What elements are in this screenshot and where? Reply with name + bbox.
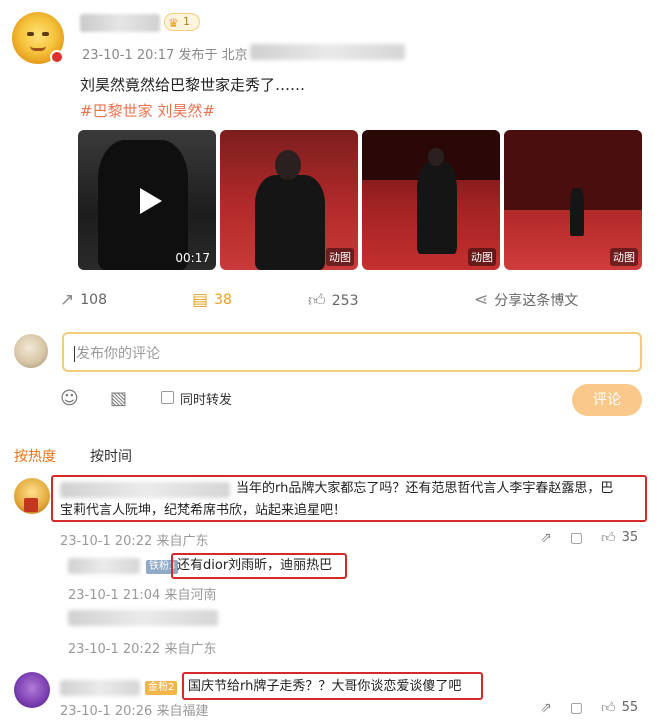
model-figure bbox=[255, 175, 325, 270]
highlight-box bbox=[51, 475, 647, 522]
post-text: 刘昊然竟然给巴黎世家走秀了…… bbox=[80, 76, 306, 94]
avatar-eye bbox=[42, 32, 49, 36]
reply-icon[interactable]: ▢ bbox=[570, 530, 583, 546]
replier-name-blurred[interactable] bbox=[68, 610, 218, 626]
reply-meta: 23-10-1 21:04 来自河南 bbox=[68, 588, 217, 603]
emoji-icon[interactable]: ☺ bbox=[60, 388, 79, 409]
model-head bbox=[428, 148, 444, 166]
model-figure bbox=[417, 162, 457, 254]
model-head bbox=[275, 150, 301, 180]
comment-actions: ⇗ ▢ 👍︎ 55 bbox=[540, 699, 639, 717]
comment-meta: 23-10-1 20:22 来自广东 bbox=[60, 534, 209, 549]
avatar-eye bbox=[27, 32, 34, 36]
comment-count: 38 bbox=[214, 292, 232, 308]
gif-thumbnail[interactable]: 动图 bbox=[220, 130, 358, 270]
image-icon[interactable]: ▧ bbox=[110, 388, 127, 409]
comment-actions: ⇗ ▢ 👍︎ 35 bbox=[540, 529, 639, 547]
repost-action[interactable]: ↗ 108 bbox=[60, 290, 107, 310]
tab-sort-hot[interactable]: 按热度 bbox=[14, 446, 56, 466]
submit-comment-button[interactable]: 评论 bbox=[572, 384, 642, 416]
reply-share-icon[interactable]: ⇗ bbox=[540, 530, 552, 546]
repost-count: 108 bbox=[80, 292, 107, 308]
text-caret bbox=[74, 346, 75, 362]
commenter-name-blurred[interactable] bbox=[60, 680, 140, 696]
like-count: 253 bbox=[331, 292, 359, 309]
share-icon: ⋖ bbox=[474, 290, 489, 310]
video-duration: 00:17 bbox=[175, 251, 210, 265]
comment-action[interactable]: ▤ 38 bbox=[192, 290, 232, 310]
play-icon[interactable] bbox=[134, 186, 162, 214]
gif-thumbnail[interactable]: 动图 bbox=[504, 130, 642, 270]
comment-like-count: 35 bbox=[621, 530, 639, 545]
commenter-avatar[interactable] bbox=[14, 672, 50, 708]
gif-badge: 动图 bbox=[468, 248, 496, 266]
comment-input[interactable]: 发布你的评论 bbox=[62, 332, 642, 372]
comment-meta: 23-10-1 20:26 来自福建 bbox=[60, 704, 209, 719]
vip-badge: ♛ 1 bbox=[164, 13, 200, 31]
like-action[interactable]: 👍︎ 253 bbox=[308, 290, 359, 311]
comment-like-count: 55 bbox=[621, 700, 639, 715]
reply-share-icon[interactable]: ⇗ bbox=[540, 700, 552, 716]
share-label: 分享这条博文 bbox=[494, 293, 579, 309]
comment-icon: ▤ bbox=[192, 290, 209, 310]
post-meta-blurred bbox=[250, 44, 405, 60]
gif-badge: 动图 bbox=[610, 248, 638, 266]
crown-icon: ♛ bbox=[168, 16, 179, 30]
gif-thumbnail[interactable]: 动图 bbox=[362, 130, 500, 270]
repost-checkbox[interactable] bbox=[161, 391, 174, 404]
tab-sort-time[interactable]: 按时间 bbox=[90, 446, 132, 466]
post-hashtag[interactable]: #巴黎世家 刘昊然# bbox=[80, 100, 215, 121]
current-user-avatar[interactable] bbox=[14, 334, 48, 368]
comment-placeholder: 发布你的评论 bbox=[76, 346, 160, 362]
comment-like-icon[interactable]: 👍︎ bbox=[601, 529, 616, 546]
verified-badge-icon bbox=[50, 50, 64, 64]
reply-icon[interactable]: ▢ bbox=[570, 700, 583, 716]
post-meta: 23-10-1 20:17 发布于 北京 bbox=[82, 48, 248, 63]
video-thumbnail[interactable]: 00:17 bbox=[78, 130, 216, 270]
model-figure bbox=[570, 188, 584, 236]
highlight-box bbox=[171, 553, 347, 579]
repost-label: 同时转发 bbox=[180, 393, 233, 408]
highlight-box bbox=[182, 672, 483, 700]
comment-like-icon[interactable]: 👍︎ bbox=[601, 699, 616, 716]
avatar-mouth bbox=[30, 46, 46, 51]
gif-badge: 动图 bbox=[326, 248, 354, 266]
reply-meta: 23-10-1 20:22 来自广东 bbox=[68, 642, 217, 657]
vip-level: 1 bbox=[183, 15, 190, 28]
replier-name-blurred[interactable] bbox=[68, 558, 140, 574]
member-badge-icon bbox=[24, 498, 38, 512]
repost-icon: ↗ bbox=[60, 290, 75, 310]
share-action[interactable]: ⋖ 分享这条博文 bbox=[474, 290, 578, 310]
author-name-blurred[interactable] bbox=[80, 14, 160, 32]
fan-badge: 金粉2 bbox=[145, 681, 178, 695]
thumbs-up-icon: 👍︎ bbox=[308, 291, 326, 311]
